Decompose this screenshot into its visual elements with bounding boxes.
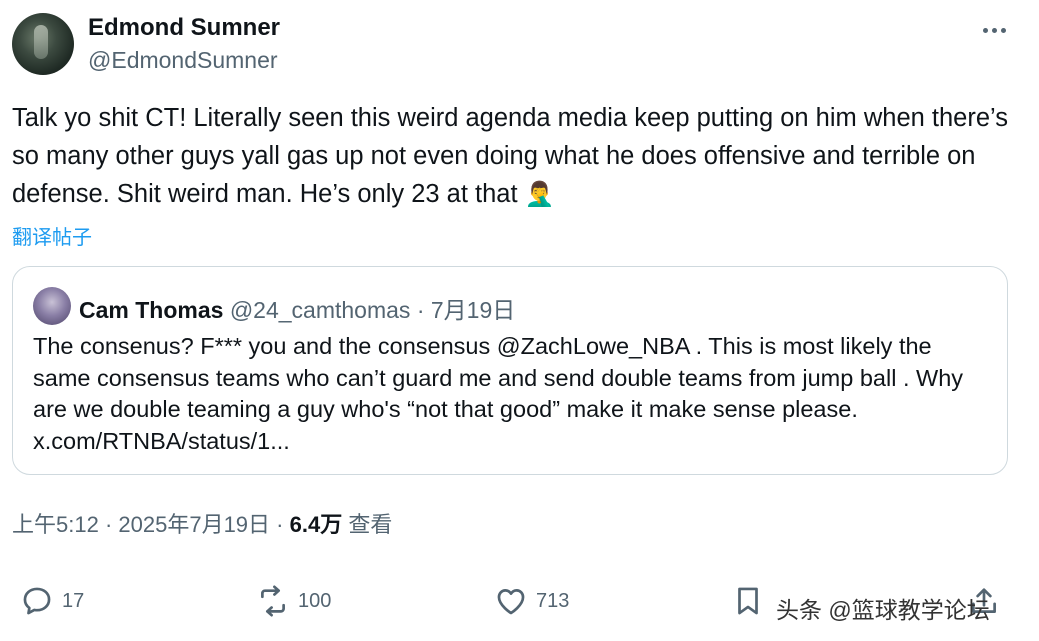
quoted-author-avatar	[33, 287, 71, 325]
bookmark-icon	[738, 587, 758, 615]
bookmark-button[interactable]	[731, 583, 765, 619]
facepalm-emoji: 🤦‍♂️	[524, 181, 555, 208]
tweet-date[interactable]: 2025年7月19日	[118, 512, 270, 537]
tweet-meta: 上午5:12 · 2025年7月19日 · 6.4万 查看	[12, 507, 392, 539]
quoted-author-name: Cam Thomas	[79, 297, 224, 323]
tweet-time[interactable]: 上午5:12	[12, 512, 99, 537]
quoted-date: 7月19日	[430, 297, 516, 323]
quoted-tweet-header: Cam Thomas @24_camthomas · 7月19日	[79, 291, 515, 325]
author-display-name[interactable]: Edmond Sumner	[88, 14, 280, 42]
retweet-count: 100	[298, 589, 332, 612]
quoted-author-handle: @24_camthomas	[229, 297, 411, 323]
reply-count: 17	[62, 589, 85, 612]
quoted-tweet-text: The consenus? F*** you and the consensus…	[33, 333, 964, 454]
more-options-icon[interactable]	[978, 14, 1010, 46]
heart-icon	[497, 589, 525, 615]
retweet-button[interactable]: 100	[256, 583, 331, 619]
retweet-icon	[261, 585, 285, 617]
like-count: 713	[536, 589, 570, 612]
like-button[interactable]: 713	[494, 583, 569, 619]
author-avatar[interactable]	[12, 13, 74, 75]
quoted-separator: ·	[416, 297, 425, 323]
tweet-body: Talk yo shit CT! Literally seen this wei…	[12, 104, 1016, 208]
quoted-tweet-card[interactable]: Cam Thomas @24_camthomas · 7月19日 The con…	[12, 266, 1008, 475]
author-handle[interactable]: @EdmondSumner	[88, 47, 278, 74]
watermark-text: 头条 @篮球教学论坛	[776, 597, 990, 623]
tweet-text: Talk yo shit CT! Literally seen this wei…	[12, 99, 1012, 214]
views-label: 查看	[342, 512, 393, 537]
reply-icon	[23, 587, 51, 615]
translate-post-link[interactable]: 翻译帖子	[12, 221, 92, 250]
view-count: 6.4万	[289, 512, 343, 537]
reply-button[interactable]: 17	[20, 583, 84, 619]
meta-separator: ·	[98, 512, 119, 537]
meta-separator: ·	[270, 512, 290, 537]
